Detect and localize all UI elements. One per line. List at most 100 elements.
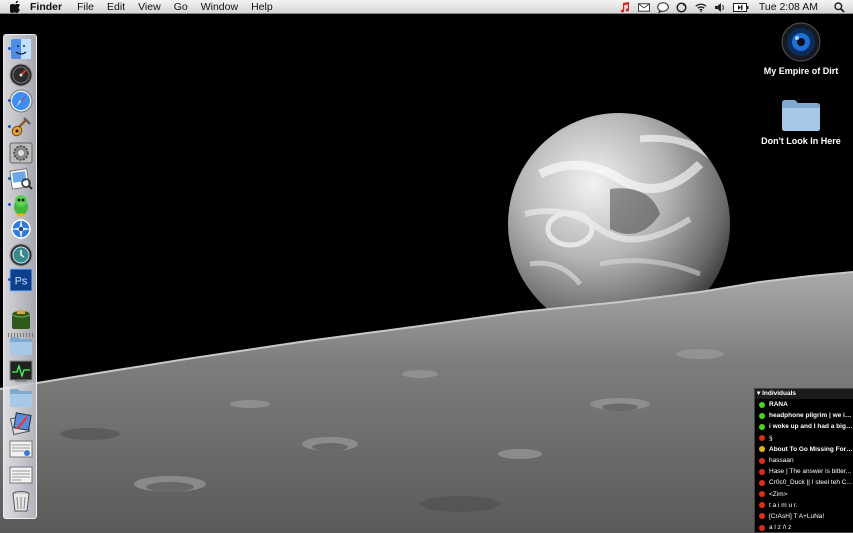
system-preferences-icon (9, 142, 33, 164)
safari-icon (9, 89, 33, 113)
compass-icon (10, 218, 32, 240)
dock-item-system-preferences[interactable] (9, 141, 33, 165)
buddy-name: § (769, 434, 773, 442)
wallpaper-earthrise (0, 14, 853, 533)
garageband-icon (11, 117, 31, 137)
running-indicator (8, 177, 11, 180)
menu-edit[interactable]: Edit (107, 0, 125, 14)
clock[interactable]: Tue 2:08 AM (759, 1, 818, 13)
desktop-icon-label: Don't Look In Here (761, 136, 841, 146)
status-indicator-icon (759, 412, 765, 419)
finder-icon (11, 39, 31, 59)
speaker-disk-icon (781, 22, 821, 62)
spotlight-icon[interactable] (833, 1, 845, 13)
status-indicator-icon (759, 468, 765, 475)
dock-item-wallet[interactable] (9, 307, 33, 331)
menu-view[interactable]: View (138, 0, 161, 14)
buddy-name: hassaan (769, 457, 794, 465)
menu-help[interactable]: Help (251, 0, 273, 14)
buddy-row[interactable]: About To Go Missing For A... (755, 444, 853, 455)
dock-item-time-machine[interactable] (9, 243, 33, 267)
status-indicator-icon (759, 524, 765, 531)
dock-item-garageband[interactable] (8, 115, 33, 139)
buddy-row[interactable]: <Zim> (755, 489, 853, 500)
menu-app-finder[interactable]: Finder (30, 0, 62, 14)
buddy-name: [CrAsH] T A+LuNa! (769, 512, 825, 520)
dock-item-preview[interactable] (8, 167, 33, 191)
folder-icon (10, 337, 32, 355)
folder-icon (782, 100, 820, 131)
preview-icon (9, 168, 33, 190)
buddy-name: Hase | The answer is bitter... (769, 468, 852, 476)
status-indicator-icon (759, 435, 765, 442)
speaker-icon[interactable] (714, 1, 726, 13)
sync-icon[interactable] (676, 1, 688, 13)
itunes-note-icon[interactable] (619, 1, 631, 13)
buddy-row[interactable]: headphone pilgrim | we ig... (755, 410, 853, 421)
apple-menu-icon[interactable] (8, 0, 22, 13)
dock-item-document-stack[interactable] (9, 463, 33, 487)
dock-item-trash[interactable] (9, 489, 33, 513)
status-indicator-icon (759, 423, 765, 430)
dock-item-safari[interactable] (8, 89, 33, 113)
dock-item-finder[interactable] (8, 37, 33, 61)
desktop[interactable]: My Empire of Dirt Don't Look In Here (0, 14, 853, 533)
buddy-name: headphone pilgrim | we ig... (769, 412, 853, 420)
dock-item-activity-monitor[interactable] (9, 359, 33, 383)
dock-item-photoshop[interactable]: Ps (8, 268, 33, 292)
desktop-icon-dont-look-in-here[interactable]: Don't Look In Here (758, 98, 844, 146)
running-indicator (8, 203, 11, 206)
menu-window[interactable]: Window (201, 0, 238, 14)
buddy-name: About To Go Missing For A... (769, 445, 853, 453)
buddy-row[interactable]: t a i m u r. (755, 500, 853, 511)
dock-item-applications-stack[interactable] (9, 411, 33, 436)
status-indicator-icon (759, 513, 765, 520)
dock-item-adium[interactable] (8, 193, 33, 217)
buddy-row[interactable]: [CrAsH] T A+LuNa! (755, 511, 853, 522)
dock-item-folder[interactable] (9, 333, 33, 357)
status-indicator-icon (759, 502, 765, 509)
buddy-row[interactable]: § (755, 433, 853, 444)
running-indicator (8, 99, 11, 102)
buddy-row[interactable]: a l z /\ z (755, 522, 853, 532)
trash-icon (12, 491, 30, 512)
menu-file[interactable]: File (77, 0, 94, 14)
disclosure-triangle-icon[interactable]: ▾ (757, 390, 760, 397)
status-indicator-icon (759, 457, 765, 464)
document-stack-icon (9, 466, 33, 484)
buddy-row[interactable]: RANA (755, 399, 853, 410)
adium-icon (14, 195, 28, 217)
desktop-icon-my-empire-of-dirt[interactable]: My Empire of Dirt (760, 22, 842, 76)
buddy-row[interactable]: hassaan (755, 455, 853, 466)
buddy-row[interactable]: i woke up and I had a big i... (755, 421, 853, 432)
buddy-name: <Zim> (769, 490, 788, 498)
status-indicator-icon (759, 491, 765, 498)
buddy-row[interactable]: Cr0c0_Duck || I steel teh C... (755, 477, 853, 488)
dock-item-folder[interactable] (9, 385, 33, 409)
dock: Ps (3, 34, 37, 519)
folder-icon (10, 389, 32, 407)
status-area: Tue 2:08 AM (612, 0, 853, 14)
mail-icon[interactable] (637, 1, 650, 13)
wifi-icon[interactable] (695, 1, 707, 13)
dock-item-dashboard[interactable] (9, 63, 33, 87)
buddy-row[interactable]: Hase | The answer is bitter... (755, 466, 853, 477)
status-indicator-icon (759, 479, 765, 486)
chat-bubble-icon[interactable] (657, 1, 669, 13)
status-indicator-icon (759, 401, 765, 408)
buddy-list-window: ▾ Individuals RANA headphone pilgrim | we… (754, 388, 853, 533)
wallet-icon (11, 310, 31, 329)
status-indicator-icon (759, 446, 765, 453)
activity-monitor-icon (9, 360, 33, 382)
document-stack-icon (9, 440, 33, 458)
buddy-name: i woke up and I had a big i... (769, 423, 853, 431)
buddy-group-label: Individuals (762, 390, 797, 397)
buddy-group-header[interactable]: ▾ Individuals (755, 389, 853, 399)
dock-item-compass[interactable] (9, 217, 33, 241)
dock-item-document-stack[interactable] (9, 437, 33, 461)
menu-go[interactable]: Go (174, 0, 188, 14)
dashboard-icon (9, 63, 33, 87)
running-indicator (8, 278, 11, 281)
desktop-icon-label: My Empire of Dirt (763, 66, 839, 76)
battery-icon[interactable] (732, 1, 749, 13)
